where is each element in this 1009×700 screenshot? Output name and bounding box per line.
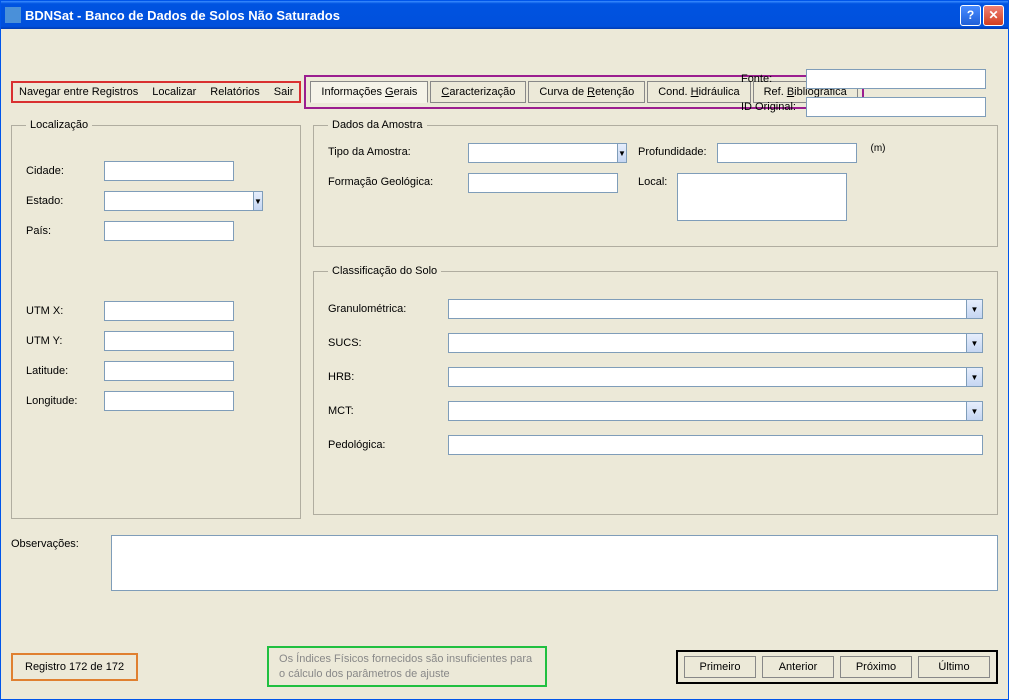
granulometrica-combobox[interactable]: ▼ bbox=[448, 299, 983, 319]
id-original-label: ID Original: bbox=[741, 101, 796, 113]
observacoes-label: Observações: bbox=[11, 535, 101, 550]
pedologica-label: Pedológica: bbox=[328, 439, 438, 451]
id-original-input[interactable] bbox=[806, 97, 986, 117]
formacao-input[interactable] bbox=[468, 173, 618, 193]
estado-label: Estado: bbox=[26, 195, 96, 207]
local-label: Local: bbox=[638, 173, 667, 188]
proximo-button[interactable]: Próximo bbox=[840, 656, 912, 678]
profundidade-input[interactable] bbox=[717, 143, 857, 163]
granulometrica-input[interactable] bbox=[448, 299, 966, 319]
utmx-input[interactable] bbox=[104, 301, 234, 321]
longitude-label: Longitude: bbox=[26, 395, 96, 407]
profundidade-label: Profundidade: bbox=[638, 143, 707, 158]
fonte-label: Fonte: bbox=[741, 73, 796, 85]
classificacao-legend: Classificação do Solo bbox=[328, 265, 441, 277]
tipo-amostra-combobox[interactable]: ▼ bbox=[468, 143, 618, 163]
chevron-down-icon[interactable]: ▼ bbox=[966, 401, 983, 421]
menu-navegar[interactable]: Navegar entre Registros bbox=[19, 86, 138, 98]
titlebar: BDNSat - Banco de Dados de Solos Não Sat… bbox=[1, 1, 1008, 29]
app-window: BDNSat - Banco de Dados de Solos Não Sat… bbox=[0, 0, 1009, 700]
classificacao-group: Classificação do Solo Granulométrica: ▼ … bbox=[313, 265, 998, 515]
dados-amostra-legend: Dados da Amostra bbox=[328, 119, 427, 131]
sucs-input[interactable] bbox=[448, 333, 966, 353]
mct-input[interactable] bbox=[448, 401, 966, 421]
localizacao-legend: Localização bbox=[26, 119, 92, 131]
top-right-fields: Fonte: ID Original: bbox=[741, 69, 986, 117]
observacoes-input[interactable] bbox=[111, 535, 998, 591]
mct-combobox[interactable]: ▼ bbox=[448, 401, 983, 421]
hrb-label: HRB: bbox=[328, 371, 438, 383]
mct-label: MCT: bbox=[328, 405, 438, 417]
chevron-down-icon[interactable]: ▼ bbox=[966, 367, 983, 387]
sucs-label: SUCS: bbox=[328, 337, 438, 349]
menu-localizar[interactable]: Localizar bbox=[152, 86, 196, 98]
warning-message: Os Índices Físicos fornecidos são insufi… bbox=[267, 646, 547, 687]
sucs-combobox[interactable]: ▼ bbox=[448, 333, 983, 353]
chevron-down-icon[interactable]: ▼ bbox=[966, 299, 983, 319]
menu-sair[interactable]: Sair bbox=[274, 86, 294, 98]
pais-input[interactable] bbox=[104, 221, 234, 241]
window-title: BDNSat - Banco de Dados de Solos Não Sat… bbox=[25, 8, 960, 23]
tab-caracterizacao[interactable]: Caracterização bbox=[430, 81, 526, 103]
primeiro-button[interactable]: Primeiro bbox=[684, 656, 756, 678]
close-button[interactable]: ✕ bbox=[983, 5, 1004, 26]
dados-amostra-group: Dados da Amostra Tipo da Amostra: ▼ Prof… bbox=[313, 119, 998, 247]
localizacao-group: Localização Cidade: Estado: ▼ País: UTM … bbox=[11, 119, 301, 519]
fonte-input[interactable] bbox=[806, 69, 986, 89]
menubar: Navegar entre Registros Localizar Relató… bbox=[11, 81, 301, 103]
tab-informacoes-gerais[interactable]: Informações Gerais bbox=[310, 81, 428, 103]
hrb-combobox[interactable]: ▼ bbox=[448, 367, 983, 387]
local-input[interactable] bbox=[677, 173, 847, 221]
latitude-input[interactable] bbox=[104, 361, 234, 381]
chevron-down-icon[interactable]: ▼ bbox=[617, 143, 627, 163]
utmy-label: UTM Y: bbox=[26, 335, 96, 347]
nav-buttons: Primeiro Anterior Próximo Último bbox=[676, 650, 998, 684]
estado-input[interactable] bbox=[104, 191, 253, 211]
tipo-amostra-input[interactable] bbox=[468, 143, 617, 163]
cidade-label: Cidade: bbox=[26, 165, 96, 177]
anterior-button[interactable]: Anterior bbox=[762, 656, 834, 678]
longitude-input[interactable] bbox=[104, 391, 234, 411]
chevron-down-icon[interactable]: ▼ bbox=[966, 333, 983, 353]
registro-status: Registro 172 de 172 bbox=[11, 653, 138, 681]
tipo-amostra-label: Tipo da Amostra: bbox=[328, 143, 458, 158]
granulometrica-label: Granulométrica: bbox=[328, 303, 438, 315]
latitude-label: Latitude: bbox=[26, 365, 96, 377]
help-button[interactable]: ? bbox=[960, 5, 981, 26]
hrb-input[interactable] bbox=[448, 367, 966, 387]
app-icon bbox=[5, 7, 21, 23]
estado-combobox[interactable]: ▼ bbox=[104, 191, 234, 211]
ultimo-button[interactable]: Último bbox=[918, 656, 990, 678]
menu-relatorios[interactable]: Relatórios bbox=[210, 86, 260, 98]
utmx-label: UTM X: bbox=[26, 305, 96, 317]
pedologica-input[interactable] bbox=[448, 435, 983, 455]
pais-label: País: bbox=[26, 225, 96, 237]
observacoes-row: Observações: bbox=[11, 535, 998, 591]
profundidade-unit: (m) bbox=[871, 143, 886, 154]
formacao-label: Formação Geológica: bbox=[328, 173, 458, 188]
footer: Registro 172 de 172 Os Índices Físicos f… bbox=[11, 646, 998, 687]
tab-curva-retencao[interactable]: Curva de Retenção bbox=[528, 81, 645, 103]
utmy-input[interactable] bbox=[104, 331, 234, 351]
cidade-input[interactable] bbox=[104, 161, 234, 181]
tab-cond-hidraulica[interactable]: Cond. Hidráulica bbox=[647, 81, 750, 103]
chevron-down-icon[interactable]: ▼ bbox=[253, 191, 263, 211]
